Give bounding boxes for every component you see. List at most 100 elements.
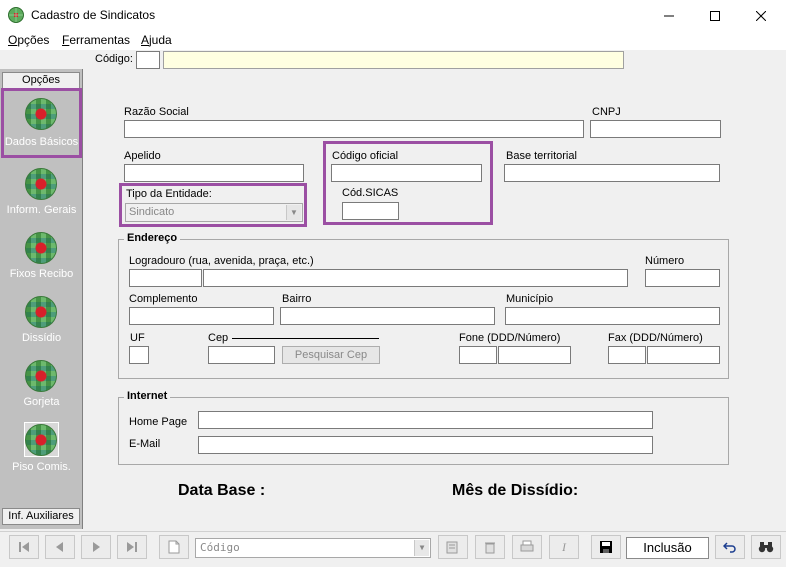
italic-button[interactable]: I: [549, 535, 579, 559]
delete-button[interactable]: [475, 535, 505, 559]
uf-label: UF: [130, 332, 145, 344]
edit-icon: [446, 541, 458, 554]
globe-icon: [25, 424, 57, 456]
fax-ddd-field[interactable]: [608, 346, 646, 364]
menu-ferramentas[interactable]: Ferramentas: [62, 33, 130, 47]
bairro-field[interactable]: [280, 307, 495, 325]
code-field[interactable]: [163, 51, 624, 69]
minimize-button[interactable]: [646, 0, 692, 31]
logradouro-field[interactable]: [203, 269, 628, 287]
fone-label: Fone (DDD/Número): [459, 332, 561, 344]
numero-label: Número: [645, 255, 685, 267]
home-page-field[interactable]: [198, 411, 653, 429]
next-record-icon: [93, 542, 100, 552]
chevron-down-icon: ▼: [414, 540, 429, 556]
fax-label: Fax (DDD/Número): [608, 332, 703, 344]
code-prefix-field[interactable]: [136, 51, 160, 69]
codigo-oficial-label: Código oficial: [332, 150, 399, 162]
close-button[interactable]: [738, 0, 784, 31]
apelido-field[interactable]: [124, 164, 304, 182]
prev-record-icon: [56, 542, 63, 552]
internet-group: [118, 397, 729, 465]
delete-icon: [485, 542, 495, 554]
window-title: Cadastro de Sindicatos: [31, 8, 156, 22]
code-label: Código:: [95, 53, 133, 65]
print-button[interactable]: [512, 535, 542, 559]
sidebar-item-inform-gerais[interactable]: Inform. Gerais: [0, 162, 83, 226]
cnpj-label: CNPJ: [592, 106, 621, 118]
menu-opcoes[interactable]: Opções: [8, 33, 49, 47]
complemento-field[interactable]: [129, 307, 274, 325]
logradouro-label: Logradouro (rua, avenida, praça, etc.): [129, 255, 314, 267]
sidebar-item-piso-comis[interactable]: Piso Comis.: [0, 418, 83, 482]
email-field[interactable]: [198, 436, 653, 454]
search-button[interactable]: [751, 535, 781, 559]
data-base-label: Data Base :: [178, 482, 266, 499]
pesquisar-cep-button[interactable]: Pesquisar Cep: [282, 346, 380, 364]
selection-highlight: [1, 88, 82, 158]
cod-sicas-label: Cód.SICAS: [342, 187, 399, 199]
internet-title: Internet: [124, 390, 171, 402]
bairro-label: Bairro: [282, 293, 312, 305]
razao-social-field[interactable]: [124, 120, 584, 138]
maximize-icon: [710, 10, 720, 21]
new-document-icon: [168, 540, 180, 554]
status-indicator: Inclusão: [626, 537, 709, 559]
globe-icon: [25, 232, 57, 264]
base-territorial-label: Base territorial: [506, 150, 577, 162]
sidebar-footer[interactable]: Inf. Auxiliares: [2, 508, 80, 525]
first-record-button[interactable]: [9, 535, 39, 559]
maximize-button[interactable]: [692, 0, 738, 31]
cep-field[interactable]: [208, 346, 275, 364]
globe-icon: [25, 168, 57, 200]
app-icon: [8, 7, 24, 23]
complemento-label: Complemento: [129, 293, 198, 305]
fone-numero-field[interactable]: [498, 346, 571, 364]
codigo-oficial-field[interactable]: [331, 164, 482, 182]
undo-button[interactable]: [715, 535, 745, 559]
sidebar-item-gorjeta[interactable]: Gorjeta: [0, 354, 83, 418]
email-label: E-Mail: [129, 438, 161, 450]
last-record-icon: [127, 542, 137, 552]
sidebar-item-dissidio[interactable]: Dissídio: [0, 290, 83, 354]
base-territorial-field[interactable]: [504, 164, 720, 182]
numero-field[interactable]: [645, 269, 720, 287]
fax-numero-field[interactable]: [647, 346, 720, 364]
mes-dissidio-label: Mês de Dissídio:: [452, 482, 579, 499]
minimize-icon: [664, 15, 674, 16]
logradouro-tipo-field[interactable]: [129, 269, 202, 287]
municipio-field[interactable]: [505, 307, 720, 325]
cnpj-field[interactable]: [590, 120, 721, 138]
sidebar-item-fixos-recibo[interactable]: Fixos Recibo: [0, 226, 83, 290]
uf-field[interactable]: [129, 346, 149, 364]
close-icon: [756, 10, 766, 21]
last-record-button[interactable]: [117, 535, 147, 559]
cep-label: Cep: [208, 332, 229, 344]
sidebar-header[interactable]: Opções: [2, 72, 80, 89]
search-field-select[interactable]: Código ▼: [195, 538, 431, 558]
endereco-title: Endereço: [124, 232, 181, 244]
prev-record-button[interactable]: [45, 535, 75, 559]
home-page-label: Home Page: [129, 416, 188, 428]
edit-button[interactable]: [438, 535, 468, 559]
cod-sicas-field[interactable]: [342, 202, 399, 220]
next-record-button[interactable]: [81, 535, 111, 559]
first-record-icon: [19, 542, 29, 552]
tipo-entidade-select[interactable]: Sindicato ▼: [125, 203, 303, 222]
municipio-label: Município: [506, 293, 554, 305]
fone-ddd-field[interactable]: [459, 346, 497, 364]
save-button[interactable]: [591, 535, 621, 559]
tipo-entidade-label: Tipo da Entidade:: [126, 188, 212, 200]
razao-social-label: Razão Social: [124, 106, 189, 118]
globe-icon: [25, 360, 57, 392]
cep-separator: [232, 338, 379, 339]
globe-icon: [25, 296, 57, 328]
new-document-button[interactable]: [159, 535, 189, 559]
binoculars-icon: [758, 542, 774, 553]
printer-icon: [520, 540, 534, 552]
chevron-down-icon: ▼: [286, 205, 301, 220]
undo-icon: [723, 542, 736, 553]
menu-ajuda[interactable]: Ajuda: [141, 33, 172, 47]
save-icon: [600, 541, 612, 553]
apelido-label: Apelido: [124, 150, 161, 162]
